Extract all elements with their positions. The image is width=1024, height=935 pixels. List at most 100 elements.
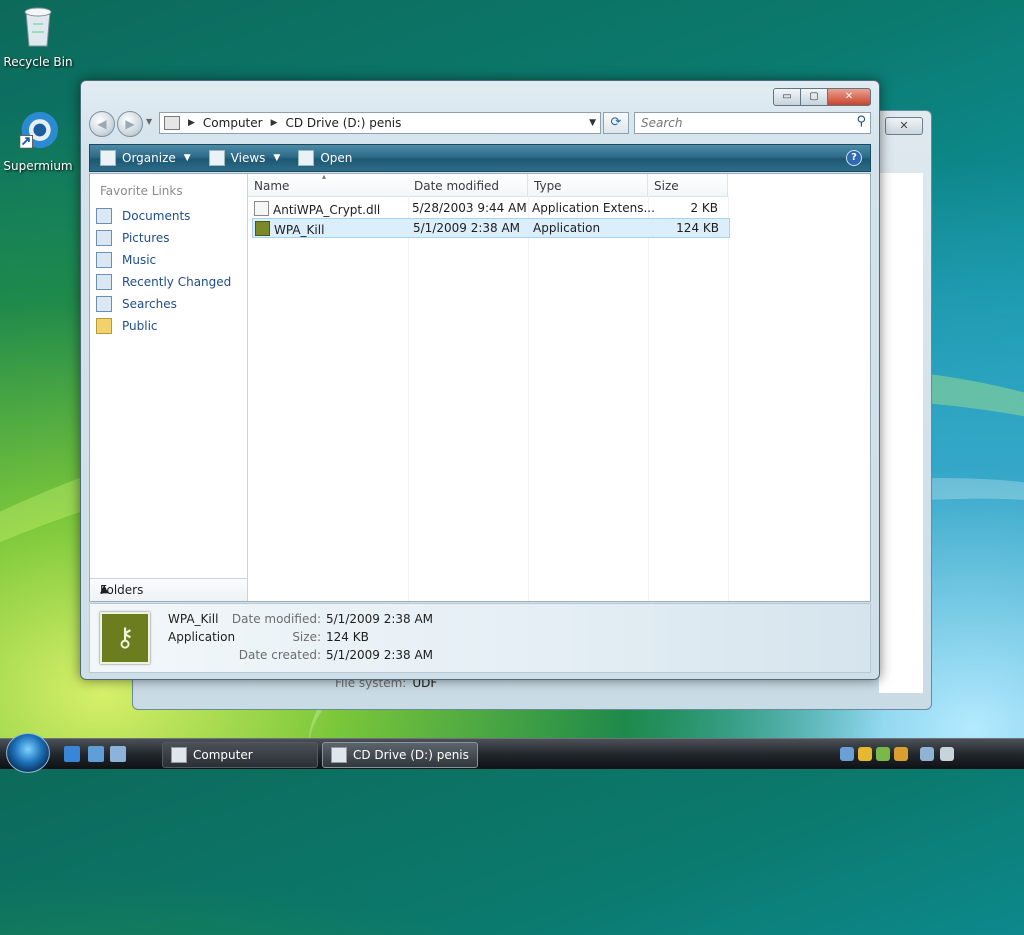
column-header-label: Type [534, 179, 562, 193]
nav-item-searches[interactable]: Searches [96, 296, 177, 312]
tray-icon[interactable] [876, 747, 890, 761]
nav-item-documents[interactable]: Documents [96, 208, 190, 224]
breadcrumb-cd-drive[interactable]: CD Drive (D:) penis [286, 116, 402, 130]
refresh-button[interactable]: ⟳ [603, 112, 629, 134]
recycle-bin-icon [24, 7, 52, 47]
desktop-icon-label: Recycle Bin [3, 55, 73, 69]
file-row[interactable]: AntiWPA_Crypt.dll 5/28/2003 9:44 AM Appl… [252, 199, 728, 217]
nav-item-label: Pictures [122, 231, 170, 245]
key-icon: ⚷ [100, 612, 150, 664]
supermium-icon [19, 111, 58, 149]
search-box[interactable]: ⚲ [634, 112, 871, 134]
chevron-down-icon: ▼ [273, 153, 281, 163]
folders-toggle[interactable]: Folders ▲ [90, 578, 247, 601]
column-divider [408, 196, 409, 601]
help-icon[interactable]: ? [846, 150, 862, 166]
file-date: 5/28/2003 9:44 AM [412, 201, 527, 215]
column-header-size[interactable]: Size [648, 174, 728, 197]
nav-item-public[interactable]: Public [96, 318, 158, 334]
open-icon [298, 150, 315, 166]
breadcrumb-computer[interactable]: Computer [203, 116, 263, 130]
column-header-name[interactable]: Name ▴ [248, 172, 409, 197]
recently-changed-icon [96, 274, 112, 290]
computer-icon [171, 747, 187, 763]
close-button[interactable]: ✕ [827, 88, 871, 106]
search-input[interactable] [639, 113, 843, 133]
nav-item-pictures[interactable]: Pictures [96, 230, 170, 246]
breadcrumb-arrow-icon[interactable]: ▶ [271, 118, 278, 128]
internet-explorer-icon[interactable] [64, 746, 80, 762]
column-header-type[interactable]: Type [528, 174, 648, 197]
open-button[interactable]: Open [298, 150, 352, 166]
column-header-label: Date modified [414, 179, 500, 193]
pictures-icon [96, 230, 112, 246]
nav-item-label: Recently Changed [122, 275, 232, 289]
column-header-label: Name [254, 179, 290, 193]
views-button[interactable]: Views ▼ [208, 150, 281, 166]
volume-muted-icon[interactable] [940, 747, 954, 761]
caption-buttons: ▭ ▢ ✕ [773, 88, 871, 106]
music-icon [96, 252, 112, 268]
favorite-links-heading: Favorite Links [100, 184, 183, 198]
details-size-label: Size: [292, 630, 321, 644]
details-pane: ⚷ WPA_Kill Application Date modified: 5/… [89, 603, 871, 673]
chevron-down-icon: ▼ [183, 153, 191, 163]
maximize-button[interactable]: ▢ [800, 88, 828, 106]
desktop-icon-supermium[interactable]: Supermium [0, 108, 76, 173]
search-icon[interactable]: ⚲ [856, 114, 866, 129]
content-area: Favorite Links Documents Pictures Music … [89, 172, 871, 602]
file-size: 2 KB [690, 201, 718, 215]
start-button[interactable] [6, 733, 50, 773]
forward-button[interactable]: ▶ [117, 111, 143, 137]
explorer-window[interactable]: ▭ ▢ ✕ ◀ ▶ ▼ ▶ Computer ▶ CD Drive (D:) p… [80, 80, 880, 680]
nav-item-label: Documents [122, 209, 191, 223]
taskbar: Computer CD Drive (D:) penis [0, 733, 1024, 773]
file-type: Application Extens... [532, 201, 655, 215]
show-desktop-icon[interactable] [88, 746, 104, 762]
nav-item-music[interactable]: Music [96, 252, 156, 268]
file-date: 5/1/2009 2:38 AM [413, 221, 521, 235]
organize-icon [100, 150, 116, 166]
taskbar-button-computer[interactable]: Computer [162, 742, 318, 768]
recent-pages-chevron-icon[interactable]: ▼ [146, 117, 152, 126]
back-button[interactable]: ◀ [89, 111, 115, 137]
column-divider [528, 196, 529, 601]
security-shield-icon[interactable] [858, 747, 872, 761]
taskbar-button-cd-drive[interactable]: CD Drive (D:) penis [322, 742, 478, 768]
address-dropdown-icon[interactable]: ▼ [589, 118, 596, 128]
breadcrumb-arrow-icon[interactable]: ▶ [188, 118, 195, 128]
desktop-icon-recycle-bin[interactable]: Recycle Bin [0, 4, 76, 69]
details-date-created-label: Date created: [238, 648, 321, 662]
minimize-button[interactable]: ▭ [773, 88, 801, 106]
file-row-selected[interactable]: WPA_Kill 5/1/2009 2:38 AM Application 12… [252, 218, 730, 238]
file-size: 124 KB [676, 221, 719, 235]
sort-arrow-icon: ▴ [322, 172, 327, 181]
column-divider [728, 196, 729, 601]
desktop-icon-label: Supermium [3, 159, 73, 173]
details-date-created: 5/1/2009 2:38 AM [326, 648, 434, 662]
views-icon [208, 150, 225, 166]
command-toolbar: Organize ▼ Views ▼ Open ? [89, 144, 871, 172]
close-button[interactable]: ✕ [885, 117, 923, 135]
taskbar-button-label: CD Drive (D:) penis [353, 748, 469, 762]
file-name: WPA_Kill [274, 223, 325, 237]
nav-item-label: Searches [122, 297, 177, 311]
cd-drive-icon [331, 747, 347, 763]
file-name: AntiWPA_Crypt.dll [273, 203, 381, 217]
column-divider [648, 196, 649, 601]
tray-icon[interactable] [840, 747, 854, 761]
address-bar[interactable]: ▶ Computer ▶ CD Drive (D:) penis ▼ [159, 112, 601, 134]
navigation-pane: Favorite Links Documents Pictures Music … [90, 174, 248, 601]
documents-icon [96, 208, 112, 224]
column-header-date-modified[interactable]: Date modified [408, 174, 528, 197]
file-list: Name ▴ Date modified Type Size AntiWPA_C… [248, 172, 870, 601]
application-icon [255, 221, 270, 236]
nav-item-label: Public [122, 319, 158, 333]
switch-windows-icon[interactable] [110, 746, 126, 762]
details-date-modified-label: Date modified: [231, 612, 321, 626]
network-icon[interactable] [920, 747, 934, 761]
nav-item-recently-changed[interactable]: Recently Changed [96, 274, 231, 290]
organize-button[interactable]: Organize ▼ [100, 150, 191, 166]
folder-icon [96, 318, 112, 334]
tray-icon[interactable] [894, 747, 908, 761]
